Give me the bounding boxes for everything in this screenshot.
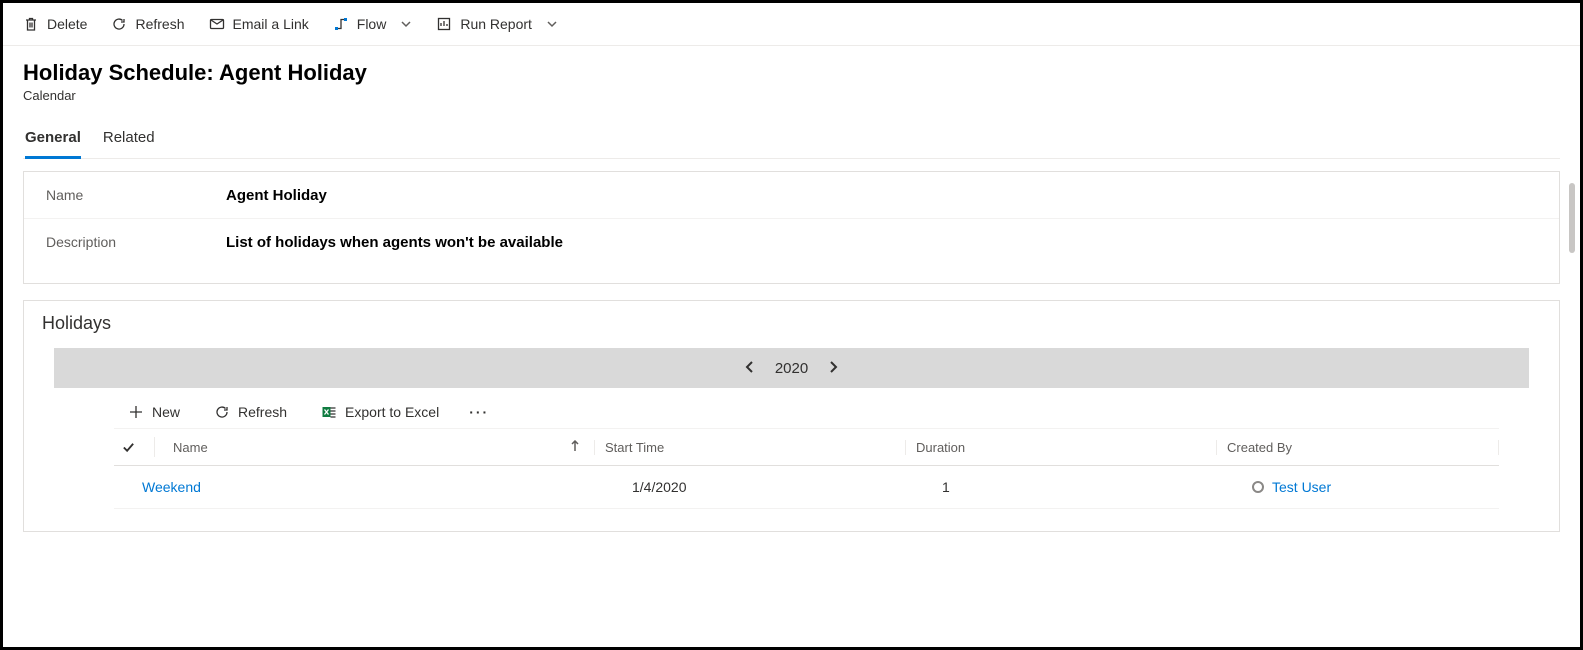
form-panel: Name Agent Holiday Description List of h… <box>23 171 1560 284</box>
holidays-title: Holidays <box>24 313 1559 334</box>
page-subtitle: Calendar <box>23 88 1560 103</box>
chevron-down-icon <box>546 18 558 30</box>
table-row[interactable]: Weekend 1/4/2020 1 Test User <box>114 466 1499 509</box>
delete-button[interactable]: Delete <box>11 3 99 45</box>
col-start-time[interactable]: Start Time <box>594 440 905 455</box>
email-link-button[interactable]: Email a Link <box>197 3 321 45</box>
tab-related[interactable]: Related <box>103 123 155 159</box>
run-report-label: Run Report <box>460 16 532 32</box>
col-name[interactable]: Name <box>167 440 208 455</box>
form-row-description: Description List of holidays when agents… <box>24 219 1559 283</box>
export-excel-button[interactable]: Export to Excel <box>307 404 453 420</box>
chevron-down-icon <box>400 18 412 30</box>
name-label: Name <box>46 187 226 203</box>
col-created-by[interactable]: Created By <box>1216 440 1499 455</box>
form-row-name: Name Agent Holiday <box>24 172 1559 219</box>
refresh-button[interactable]: Refresh <box>99 3 196 45</box>
run-report-button[interactable]: Run Report <box>424 3 570 45</box>
description-value[interactable]: List of holidays when agents won't be av… <box>226 234 563 251</box>
year-selector: 2020 <box>54 348 1529 388</box>
refresh-icon <box>214 404 230 420</box>
tabs: General Related <box>23 123 1560 159</box>
export-excel-label: Export to Excel <box>345 404 439 420</box>
flow-label: Flow <box>357 16 387 32</box>
row-duration: 1 <box>932 479 1242 495</box>
row-name-link[interactable]: Weekend <box>142 479 201 495</box>
sort-asc-icon[interactable] <box>570 440 580 455</box>
delete-icon <box>23 16 39 32</box>
holidays-panel: Holidays 2020 New <box>23 300 1560 532</box>
prev-year-button[interactable] <box>743 360 757 377</box>
flow-icon <box>333 16 349 32</box>
excel-icon <box>321 404 337 420</box>
scrollbar[interactable] <box>1569 183 1575 253</box>
delete-label: Delete <box>47 16 87 32</box>
col-duration[interactable]: Duration <box>905 440 1216 455</box>
new-label: New <box>152 404 180 420</box>
refresh-label: Refresh <box>135 16 184 32</box>
grid-refresh-label: Refresh <box>238 404 287 420</box>
next-year-button[interactable] <box>826 360 840 377</box>
report-icon <box>436 16 452 32</box>
new-button[interactable]: New <box>114 404 194 420</box>
more-commands-button[interactable]: ··· <box>459 404 499 420</box>
refresh-icon <box>111 16 127 32</box>
description-label: Description <box>46 234 226 250</box>
select-all-checkbox[interactable] <box>114 441 142 454</box>
page-header: Holiday Schedule: Agent Holiday Calendar… <box>3 46 1580 159</box>
holidays-grid: Name Start Time Duration Created By Week… <box>114 428 1499 509</box>
plus-icon <box>128 404 144 420</box>
year-label: 2020 <box>775 360 808 377</box>
grid-refresh-button[interactable]: Refresh <box>200 404 301 420</box>
email-link-label: Email a Link <box>233 16 309 32</box>
row-created-by[interactable]: Test User <box>1252 479 1499 495</box>
grid-header: Name Start Time Duration Created By <box>114 428 1499 466</box>
holidays-command-bar: New Refresh Export to Excel ··· <box>24 388 1559 428</box>
row-start-time: 1/4/2020 <box>622 479 932 495</box>
command-bar: Delete Refresh Email a Link Flow <box>3 3 1580 46</box>
content-area: Name Agent Holiday Description List of h… <box>3 159 1580 532</box>
presence-icon <box>1252 481 1264 493</box>
tab-general[interactable]: General <box>25 123 81 159</box>
page-title: Holiday Schedule: Agent Holiday <box>23 60 1560 86</box>
email-icon <box>209 16 225 32</box>
flow-button[interactable]: Flow <box>321 3 425 45</box>
name-value[interactable]: Agent Holiday <box>226 187 327 204</box>
user-link[interactable]: Test User <box>1272 479 1331 495</box>
